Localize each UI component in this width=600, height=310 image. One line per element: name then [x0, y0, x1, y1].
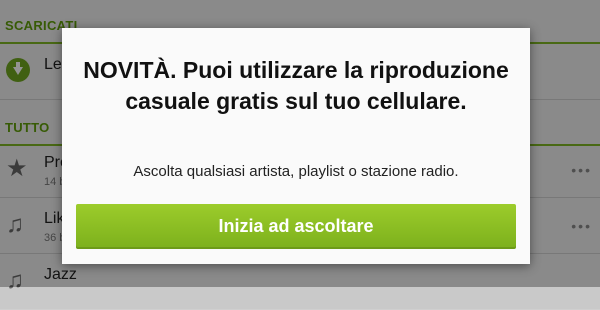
promo-dialog: NOVITÀ. Puoi utilizzare la riproduzione …	[62, 28, 530, 264]
start-listening-button[interactable]: Inizia ad ascoltare	[76, 204, 516, 249]
dialog-body: Ascolta qualsiasi artista, playlist o st…	[133, 163, 459, 180]
dialog-title: NOVITÀ. Puoi utilizzare la riproduzione …	[83, 57, 509, 114]
